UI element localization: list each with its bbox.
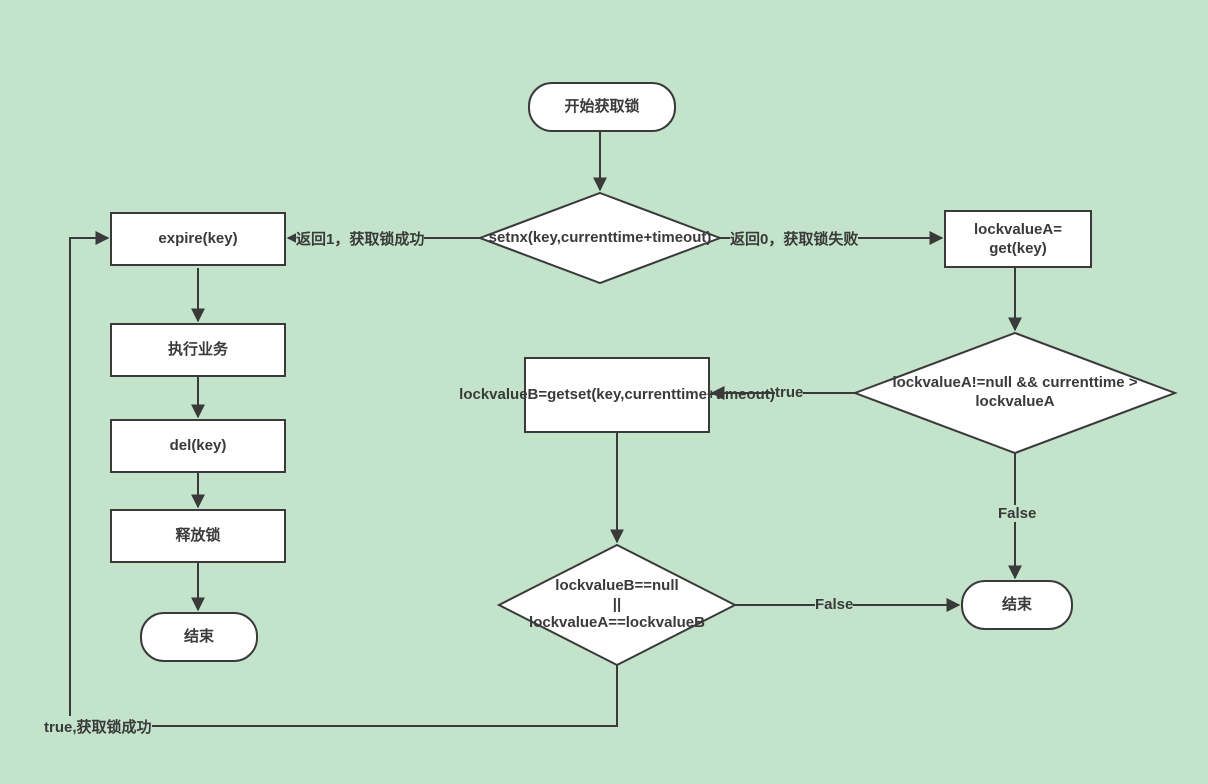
edge-false2: False [815,596,853,613]
condb-node: lockvalueB==null || lockvalueA==lockvalu… [520,570,714,640]
end-right-label: 结束 [1002,595,1032,615]
business-label: 执行业务 [168,340,228,360]
expire-label: expire(key) [158,229,237,249]
expire-node: expire(key) [110,212,286,266]
business-node: 执行业务 [110,323,286,377]
release-label: 释放锁 [175,526,220,546]
del-node: del(key) [110,419,286,473]
conda-node: lockvalueA!=null && currenttime > lockva… [880,370,1150,416]
release-node: 释放锁 [110,509,286,563]
start-node: 开始获取锁 [528,82,676,132]
edge-false1: False [998,505,1036,522]
edge-true1: true [775,384,803,401]
edge-true2: true,获取锁成功 [44,716,152,737]
condb-label: lockvalueB==null || lockvalueA==lockvalu… [529,577,705,633]
edge-ret0: 返回0，获取锁失败 [730,228,858,249]
end-right-node: 结束 [961,580,1073,630]
end-left-node: 结束 [140,612,258,662]
edge-ret1: 返回1，获取锁成功 [296,228,424,249]
geta-label: lockvalueA= get(key) [974,220,1062,259]
conda-label: lockvalueA!=null && currenttime > lockva… [880,374,1150,412]
setnx-node: setnx(key,currenttime+timeout) [500,218,700,258]
setnx-label: setnx(key,currenttime+timeout) [489,229,712,248]
end-left-label: 结束 [184,627,214,647]
del-label: del(key) [170,436,227,456]
start-label: 开始获取锁 [564,97,639,117]
getset-node: lockvalueB=getset(key,currenttime+timeou… [524,357,710,433]
getset-label: lockvalueB=getset(key,currenttime+timeou… [459,385,775,405]
geta-node: lockvalueA= get(key) [944,210,1092,268]
